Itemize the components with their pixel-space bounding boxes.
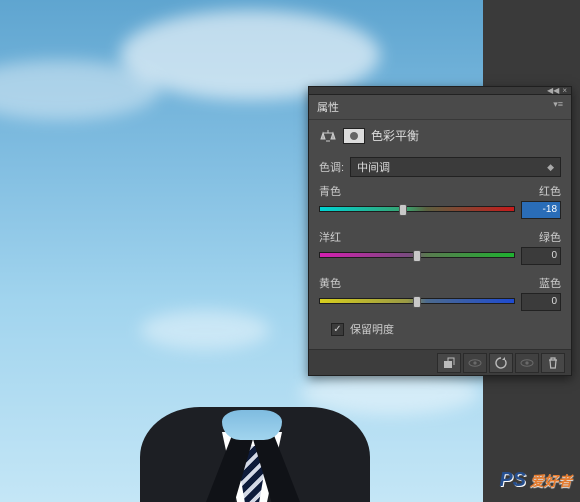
close-icon[interactable]: ×: [562, 87, 567, 95]
delete-button[interactable]: [541, 353, 565, 373]
suit-figure: [140, 382, 370, 502]
slider-left-label: 洋红: [319, 229, 341, 245]
view-previous-button[interactable]: [463, 353, 487, 373]
preserve-luminosity-label: 保留明度: [350, 321, 394, 337]
layer-mask-icon[interactable]: [343, 128, 365, 144]
toggle-visibility-button[interactable]: [515, 353, 539, 373]
slider-knob[interactable]: [413, 296, 421, 308]
panel-tabbar[interactable]: ◀◀ ×: [309, 87, 571, 95]
color-slider-row: 洋红 绿色 0: [319, 229, 561, 265]
color-balance-icon: [319, 129, 337, 143]
slider-value-input[interactable]: -18: [521, 201, 561, 219]
adjustment-header: 色彩平衡: [309, 120, 571, 151]
slider-right-label: 红色: [539, 183, 561, 199]
panel-footer: [309, 349, 571, 375]
slider-track[interactable]: [319, 251, 515, 261]
slider-left-label: 青色: [319, 183, 341, 199]
tone-label: 色调:: [319, 159, 344, 175]
slider-value-input[interactable]: 0: [521, 247, 561, 265]
collapse-icon[interactable]: ◀◀: [547, 87, 559, 95]
tone-select[interactable]: 中间调 ◆: [350, 157, 561, 177]
panel-title-bar[interactable]: 属性 ▾≡: [309, 95, 571, 120]
properties-panel: ◀◀ × 属性 ▾≡ 色彩平衡 色调: 中间调 ◆ 青色 红色: [308, 86, 572, 376]
slider-track[interactable]: [319, 205, 515, 215]
panel-menu-icon[interactable]: ▾≡: [553, 99, 563, 115]
color-slider-row: 黄色 蓝色 0: [319, 275, 561, 311]
slider-knob[interactable]: [413, 250, 421, 262]
slider-right-label: 绿色: [539, 229, 561, 245]
slider-value-input[interactable]: 0: [521, 293, 561, 311]
dropdown-caret-icon: ◆: [547, 162, 554, 173]
panel-title: 属性: [317, 99, 339, 115]
slider-knob[interactable]: [399, 204, 407, 216]
tone-value: 中间调: [357, 159, 390, 175]
reset-button[interactable]: [489, 353, 513, 373]
clip-to-layer-button[interactable]: [437, 353, 461, 373]
slider-left-label: 黄色: [319, 275, 341, 291]
color-slider-row: 青色 红色 -18: [319, 183, 561, 219]
adjustment-name: 色彩平衡: [371, 127, 419, 144]
preserve-luminosity-checkbox[interactable]: ✓: [331, 323, 344, 336]
slider-right-label: 蓝色: [539, 275, 561, 291]
slider-track[interactable]: [319, 297, 515, 307]
cloud-shape: [140, 310, 270, 350]
